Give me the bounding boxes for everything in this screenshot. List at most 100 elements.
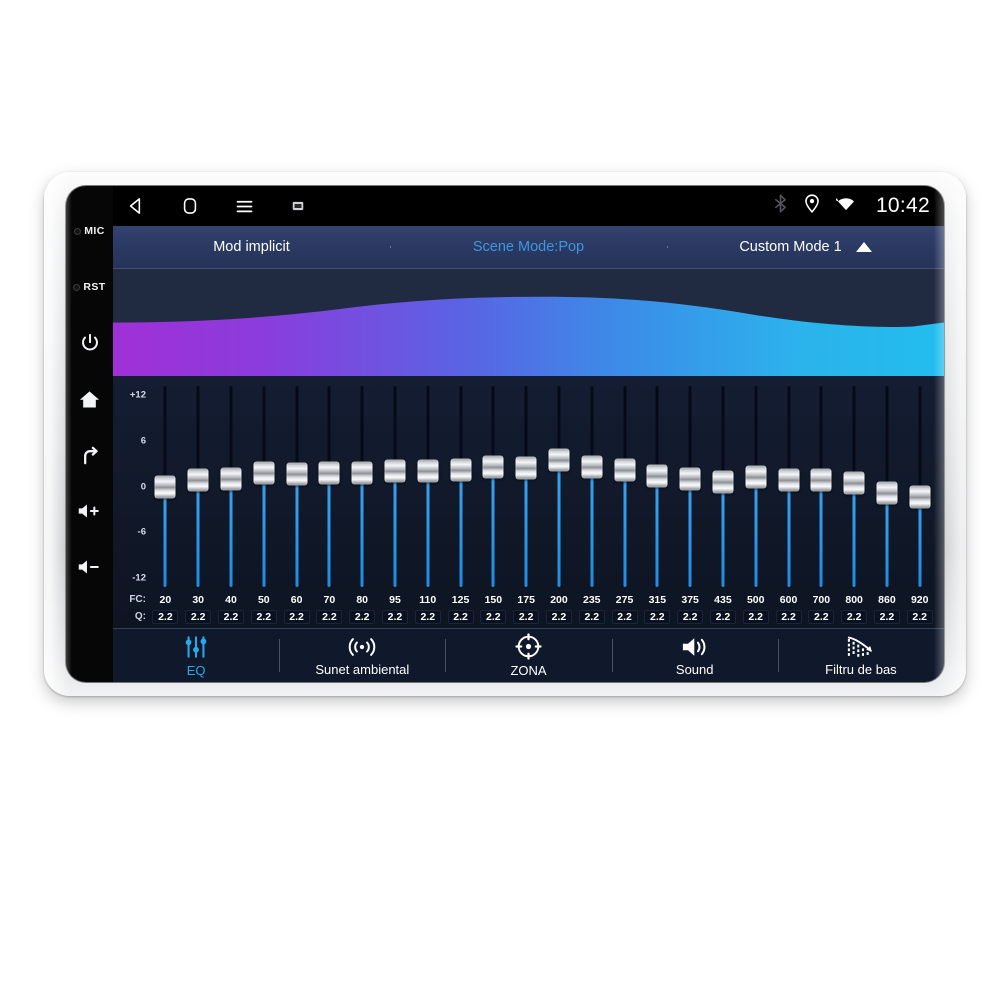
slider-knob[interactable]: [187, 468, 209, 492]
q-value[interactable]: 2.2: [480, 609, 507, 624]
fc-value[interactable]: 235: [575, 594, 608, 606]
slider-knob[interactable]: [778, 468, 800, 492]
q-value[interactable]: 2.2: [611, 609, 638, 624]
slider-knob[interactable]: [745, 465, 767, 489]
q-value[interactable]: 2.2: [447, 609, 474, 624]
slider-knob[interactable]: [417, 459, 439, 483]
q-value[interactable]: 2.2: [644, 609, 671, 624]
nav-item-zona[interactable]: ZONA: [445, 629, 611, 682]
fc-value[interactable]: 375: [674, 594, 707, 606]
slider-knob[interactable]: [253, 461, 275, 485]
fc-value[interactable]: 150: [477, 594, 510, 606]
slider-knob[interactable]: [515, 456, 537, 480]
slider-knob[interactable]: [909, 485, 931, 509]
fc-value[interactable]: 60: [280, 594, 313, 606]
eq-band-slider[interactable]: [215, 382, 248, 591]
slider-knob[interactable]: [646, 464, 668, 488]
q-value[interactable]: 2.2: [578, 609, 605, 624]
eq-band-slider[interactable]: [313, 382, 346, 591]
screenshot-icon[interactable]: [285, 193, 311, 219]
slider-knob[interactable]: [318, 461, 340, 485]
q-value[interactable]: 2.2: [906, 609, 933, 624]
back-icon[interactable]: [123, 193, 149, 219]
eq-band-slider[interactable]: [510, 382, 543, 591]
slider-knob[interactable]: [220, 467, 242, 491]
q-value[interactable]: 2.2: [775, 609, 802, 624]
fc-value[interactable]: 700: [805, 594, 838, 606]
slider-knob[interactable]: [614, 458, 636, 482]
nav-item-sunet-ambiental[interactable]: Sunet ambiental: [279, 629, 445, 682]
q-value[interactable]: 2.2: [414, 609, 441, 624]
fc-value[interactable]: 275: [608, 594, 641, 606]
slider-knob[interactable]: [286, 462, 308, 486]
slider-knob[interactable]: [548, 448, 570, 472]
fc-value[interactable]: 435: [707, 594, 740, 606]
home-icon[interactable]: [177, 193, 203, 219]
fc-value[interactable]: 30: [182, 594, 215, 606]
fc-value[interactable]: 315: [641, 594, 674, 606]
eq-band-slider[interactable]: [608, 382, 641, 591]
fc-value[interactable]: 920: [903, 594, 936, 606]
q-value[interactable]: 2.2: [742, 609, 769, 624]
q-value[interactable]: 2.2: [316, 609, 343, 624]
eq-band-slider[interactable]: [575, 382, 608, 591]
slider-knob[interactable]: [679, 467, 701, 491]
eq-band-slider[interactable]: [149, 382, 182, 591]
fc-value[interactable]: 860: [871, 594, 904, 606]
q-value[interactable]: 2.2: [873, 609, 900, 624]
q-value[interactable]: 2.2: [513, 609, 540, 624]
mode-default-button[interactable]: Mod implicit: [113, 239, 390, 255]
triangle-up-icon[interactable]: [855, 242, 872, 252]
slider-knob[interactable]: [450, 458, 472, 482]
fc-value[interactable]: 20: [149, 594, 182, 606]
hw-mic-button[interactable]: MIC: [70, 203, 110, 259]
q-value[interactable]: 2.2: [808, 609, 835, 624]
slider-knob[interactable]: [154, 475, 176, 498]
fc-value[interactable]: 800: [838, 594, 871, 606]
hw-volume-up-button[interactable]: [70, 483, 110, 539]
eq-band-slider[interactable]: [707, 382, 740, 591]
eq-band-slider[interactable]: [838, 382, 871, 591]
fc-value[interactable]: 70: [313, 594, 346, 606]
eq-band-slider[interactable]: [772, 382, 805, 591]
fc-value[interactable]: 200: [543, 594, 576, 606]
fc-value[interactable]: 95: [379, 594, 412, 606]
fc-value[interactable]: 40: [215, 594, 248, 606]
eq-band-slider[interactable]: [280, 382, 313, 591]
q-value[interactable]: 2.2: [152, 609, 179, 624]
slider-knob[interactable]: [843, 471, 865, 495]
nav-item-sound[interactable]: Sound: [611, 629, 778, 682]
q-value[interactable]: 2.2: [841, 609, 868, 624]
hw-power-button[interactable]: [70, 315, 110, 371]
slider-knob[interactable]: [482, 455, 504, 479]
hw-home-button[interactable]: [70, 371, 110, 427]
q-value[interactable]: 2.2: [709, 609, 736, 624]
slider-knob[interactable]: [712, 470, 734, 494]
fc-value[interactable]: 50: [247, 594, 280, 606]
hw-reset-button[interactable]: RST: [70, 259, 110, 315]
q-value[interactable]: 2.2: [349, 609, 376, 624]
eq-band-slider[interactable]: [182, 382, 215, 591]
fc-value[interactable]: 125: [444, 594, 477, 606]
mode-custom-button[interactable]: Custom Mode 1: [667, 239, 944, 255]
hw-volume-down-button[interactable]: [70, 539, 110, 595]
eq-band-slider[interactable]: [543, 382, 576, 591]
slider-knob[interactable]: [876, 481, 898, 505]
q-value[interactable]: 2.2: [217, 609, 244, 624]
q-value[interactable]: 2.2: [283, 609, 310, 624]
eq-band-slider[interactable]: [444, 382, 477, 591]
eq-band-slider[interactable]: [903, 382, 936, 591]
fc-value[interactable]: 500: [739, 594, 772, 606]
fc-value[interactable]: 175: [510, 594, 543, 606]
slider-knob[interactable]: [351, 461, 373, 485]
mode-scene-button[interactable]: Scene Mode:Pop: [390, 239, 667, 255]
slider-knob[interactable]: [810, 468, 832, 492]
fc-value[interactable]: 600: [772, 594, 805, 606]
hw-back-button[interactable]: [70, 427, 110, 483]
nav-item-eq[interactable]: EQ: [113, 629, 279, 682]
q-value[interactable]: 2.2: [677, 609, 704, 624]
menu-icon[interactable]: [231, 193, 257, 219]
eq-band-slider[interactable]: [674, 382, 707, 591]
slider-knob[interactable]: [384, 459, 406, 483]
q-value[interactable]: 2.2: [381, 609, 408, 624]
